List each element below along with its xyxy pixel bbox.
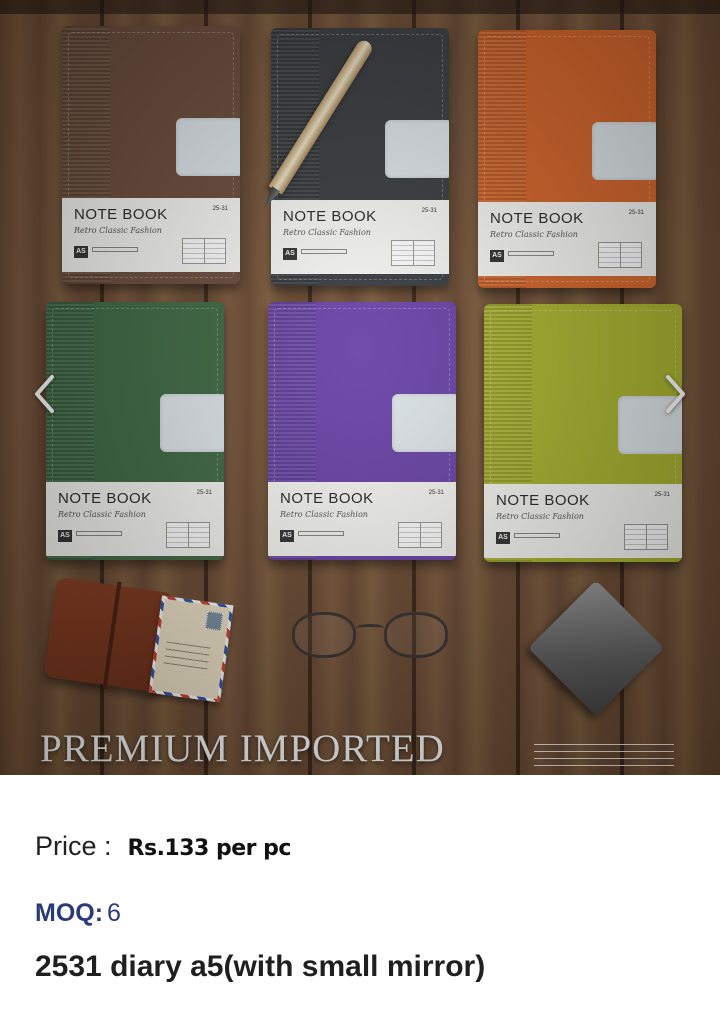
notebook-code: 25-31 (421, 208, 437, 214)
moq-value: 6 (107, 899, 121, 927)
notebook-subtitle: Retro Classic Fashion (496, 512, 584, 521)
banner-lines (534, 738, 674, 772)
notebook-title: NOTE BOOK (58, 490, 152, 507)
chevron-left-icon (35, 375, 54, 413)
envelope-letters (148, 595, 234, 703)
notebook-title: NOTE BOOK (280, 490, 374, 507)
carousel-next-button[interactable] (654, 372, 698, 416)
notebook-page-preview (182, 238, 226, 264)
price-label: Price : (35, 831, 112, 861)
notebook-code: 25-31 (628, 210, 644, 216)
product-info: Price : Rs.133 per pc MOQ: 6 2531 diary … (0, 775, 720, 1021)
notebook-code: 25-31 (196, 490, 212, 496)
eyeglasses (290, 608, 450, 668)
notebook-badge: AS (280, 530, 294, 542)
notebook-wrap-label: NOTE BOOK Retro Classic Fashion 25-31 AS (46, 482, 224, 556)
notebook-badge: AS (496, 532, 510, 544)
notebook-clasp (592, 122, 656, 180)
notebook-code: 25-31 (212, 206, 228, 212)
notebook-wrap-label: NOTE BOOK Retro Classic Fashion 25-31 AS (478, 202, 656, 276)
notebook-title: NOTE BOOK (283, 208, 377, 225)
price-value: Rs.133 per pc (127, 836, 292, 861)
notebook-subtitle: Retro Classic Fashion (74, 226, 162, 235)
notebook-code: 25-31 (428, 490, 444, 496)
notebook-title: NOTE BOOK (74, 206, 168, 223)
notebook-purple: NOTE BOOK Retro Classic Fashion 25-31 AS (268, 302, 456, 560)
price-row: Price : Rs.133 per pc (35, 831, 291, 862)
notebook-wrap-label: NOTE BOOK Retro Classic Fashion 25-31 AS (62, 198, 240, 272)
notebook-wrap-label: NOTE BOOK Retro Classic Fashion 25-31 AS (268, 482, 456, 556)
notebook-page-preview (398, 522, 442, 548)
product-image: NOTE BOOK Retro Classic Fashion 25-31 AS… (0, 0, 720, 775)
notebook-clasp (385, 120, 449, 178)
image-top-shade (0, 0, 720, 14)
notebook-page-preview (624, 524, 668, 550)
banner-text: PREMIUM IMPORTED (40, 727, 445, 770)
notebook-clasp (392, 394, 456, 452)
pocket-square (528, 580, 664, 716)
notebook-green: NOTE BOOK Retro Classic Fashion 25-31 AS (46, 302, 224, 560)
notebook-code: 25-31 (654, 492, 670, 498)
notebook-orange: NOTE BOOK Retro Classic Fashion 25-31 AS (478, 30, 656, 288)
carousel-prev-button[interactable] (22, 372, 66, 416)
notebook-subtitle: Retro Classic Fashion (283, 228, 371, 237)
notebook-clasp (160, 394, 224, 452)
moq-row: MOQ: 6 (35, 899, 121, 928)
notebook-badge: AS (283, 248, 297, 260)
notebook-subtitle: Retro Classic Fashion (490, 230, 578, 239)
notebook-page-preview (598, 242, 642, 268)
notebook-lime: NOTE BOOK Retro Classic Fashion 25-31 AS (484, 304, 682, 562)
notebook-subtitle: Retro Classic Fashion (280, 510, 368, 519)
notebook-wrap-label: NOTE BOOK Retro Classic Fashion 25-31 AS (271, 200, 449, 274)
notebook-badge: AS (490, 250, 504, 262)
moq-label: MOQ: (35, 899, 104, 927)
notebook-brown: NOTE BOOK Retro Classic Fashion 25-31 AS (62, 26, 240, 284)
notebook-badge: AS (74, 246, 88, 258)
notebook-subtitle: Retro Classic Fashion (58, 510, 146, 519)
notebook-title: NOTE BOOK (490, 210, 584, 227)
notebook-page-preview (166, 522, 210, 548)
chevron-right-icon (666, 375, 685, 413)
notebook-wrap-label: NOTE BOOK Retro Classic Fashion 25-31 AS (484, 484, 682, 558)
notebook-title: NOTE BOOK (496, 492, 590, 509)
notebook-clasp (176, 118, 240, 176)
notebook-page-preview (391, 240, 435, 266)
notebook-badge: AS (58, 530, 72, 542)
product-title: 2531 diary a5(with small mirror) (35, 950, 486, 983)
